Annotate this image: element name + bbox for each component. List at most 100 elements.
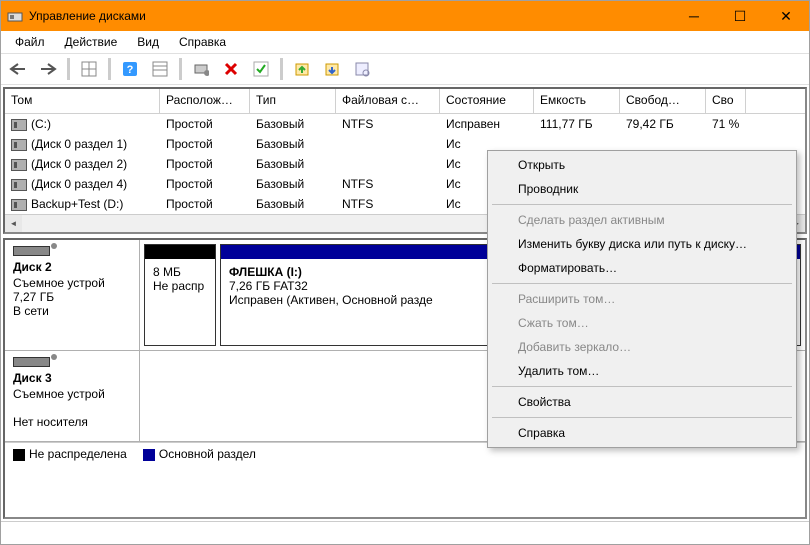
col-state[interactable]: Состояние — [440, 89, 534, 113]
disk-drive-icon — [13, 357, 50, 367]
legend-label: Не распределена — [29, 447, 127, 461]
window-title: Управление дисками — [29, 9, 671, 23]
volume-name: Backup+Test (D:) — [31, 197, 123, 211]
volume-name: (C:) — [31, 117, 51, 131]
cell-type: Базовый — [250, 195, 336, 213]
cell-type: Базовый — [250, 115, 336, 133]
context-menu: Открыть Проводник Сделать раздел активны… — [487, 150, 797, 448]
col-type[interactable]: Тип — [250, 89, 336, 113]
ctx-shrink: Сжать том… — [490, 311, 794, 335]
cell-layout: Простой — [160, 115, 250, 133]
menu-file[interactable]: Файл — [5, 33, 55, 51]
toolbar: ? — [1, 53, 809, 85]
check-icon[interactable] — [248, 56, 274, 82]
legend-label: Основной раздел — [159, 447, 256, 461]
cell-fs — [336, 142, 440, 146]
ctx-extend: Расширить том… — [490, 287, 794, 311]
col-free[interactable]: Свобод… — [620, 89, 706, 113]
cell-layout: Простой — [160, 155, 250, 173]
cell-pct: 71 % — [706, 115, 746, 133]
partition-size: 8 МБ — [153, 265, 207, 279]
col-capacity[interactable]: Емкость — [534, 89, 620, 113]
view-icon[interactable] — [188, 56, 214, 82]
col-volume[interactable]: Том — [5, 89, 160, 113]
cell-pct — [706, 142, 746, 146]
toolbar-separator — [108, 58, 111, 80]
col-filesystem[interactable]: Файловая с… — [336, 89, 440, 113]
help-icon[interactable]: ? — [117, 56, 143, 82]
ctx-format[interactable]: Форматировать… — [490, 256, 794, 280]
volume-icon — [11, 139, 27, 151]
column-header-row: Том Располож… Тип Файловая с… Состояние … — [5, 89, 805, 114]
statusbar — [1, 521, 809, 544]
cell-layout: Простой — [160, 195, 250, 213]
ctx-help[interactable]: Справка — [490, 421, 794, 445]
grid-icon[interactable] — [76, 56, 102, 82]
partition-unallocated[interactable]: 8 МБ Не распр — [144, 244, 216, 346]
disk-type: Съемное устрой — [13, 276, 131, 290]
up-icon[interactable] — [289, 56, 315, 82]
cell-type: Базовый — [250, 135, 336, 153]
disk-management-window: Управление дисками ─ ☐ ✕ Файл Действие В… — [0, 0, 810, 545]
forward-button[interactable] — [35, 56, 61, 82]
ctx-open[interactable]: Открыть — [490, 153, 794, 177]
menu-action[interactable]: Действие — [55, 33, 128, 51]
ctx-make-active: Сделать раздел активным — [490, 208, 794, 232]
disk-status: Нет носителя — [13, 415, 131, 429]
cell-fs: NTFS — [336, 175, 440, 193]
ctx-separator — [492, 386, 792, 387]
ctx-separator — [492, 283, 792, 284]
ctx-mirror: Добавить зеркало… — [490, 335, 794, 359]
volume-icon — [11, 119, 27, 131]
partition-state: Не распр — [153, 279, 207, 293]
ctx-explorer[interactable]: Проводник — [490, 177, 794, 201]
disk-size: 7,27 ГБ — [13, 290, 131, 304]
col-layout[interactable]: Располож… — [160, 89, 250, 113]
menubar: Файл Действие Вид Справка — [1, 31, 809, 53]
toolbar-separator — [280, 58, 283, 80]
col-free-pct[interactable]: Сво — [706, 89, 746, 113]
list-icon[interactable] — [147, 56, 173, 82]
back-button[interactable] — [5, 56, 31, 82]
legend-unallocated: Не распределена — [13, 447, 127, 461]
cell-layout: Простой — [160, 175, 250, 193]
disk-name: Диск 2 — [13, 260, 131, 274]
volume-name: (Диск 0 раздел 4) — [31, 177, 127, 191]
cell-capacity: 111,77 ГБ — [534, 115, 620, 133]
disk-info-panel[interactable]: Диск 3 Съемное устрой Нет носителя — [5, 351, 140, 441]
legend-primary: Основной раздел — [143, 447, 256, 461]
toolbar-separator — [179, 58, 182, 80]
disk-drive-icon — [13, 246, 50, 256]
cell-type: Базовый — [250, 175, 336, 193]
ctx-change-letter[interactable]: Изменить букву диска или путь к диску… — [490, 232, 794, 256]
toolbar-separator — [67, 58, 70, 80]
ctx-properties[interactable]: Свойства — [490, 390, 794, 414]
ctx-separator — [492, 204, 792, 205]
partition-stripe — [145, 245, 215, 259]
cell-fs: NTFS — [336, 115, 440, 133]
minimize-button[interactable]: ─ — [671, 1, 717, 31]
ctx-delete[interactable]: Удалить том… — [490, 359, 794, 383]
disk-name: Диск 3 — [13, 371, 131, 385]
titlebar[interactable]: Управление дисками ─ ☐ ✕ — [1, 1, 809, 31]
volume-row[interactable]: (C:) ПростойБазовыйNTFSИсправен111,77 ГБ 7… — [5, 114, 805, 134]
volume-icon — [11, 199, 27, 211]
props-icon[interactable] — [349, 56, 375, 82]
disk-info-panel[interactable]: Диск 2 Съемное устрой 7,27 ГБ В сети — [5, 240, 140, 350]
disk-type: Съемное устрой — [13, 387, 131, 401]
menu-help[interactable]: Справка — [169, 33, 236, 51]
maximize-button[interactable]: ☐ — [717, 1, 763, 31]
volume-icon — [11, 159, 27, 171]
cell-layout: Простой — [160, 135, 250, 153]
delete-icon[interactable] — [218, 56, 244, 82]
menu-view[interactable]: Вид — [127, 33, 169, 51]
down-icon[interactable] — [319, 56, 345, 82]
svg-text:?: ? — [127, 64, 134, 76]
cell-capacity — [534, 142, 620, 146]
cell-free — [620, 142, 706, 146]
close-button[interactable]: ✕ — [763, 1, 809, 31]
ctx-separator — [492, 417, 792, 418]
volume-icon — [11, 179, 27, 191]
cell-state: Исправен — [440, 115, 534, 133]
cell-type: Базовый — [250, 155, 336, 173]
